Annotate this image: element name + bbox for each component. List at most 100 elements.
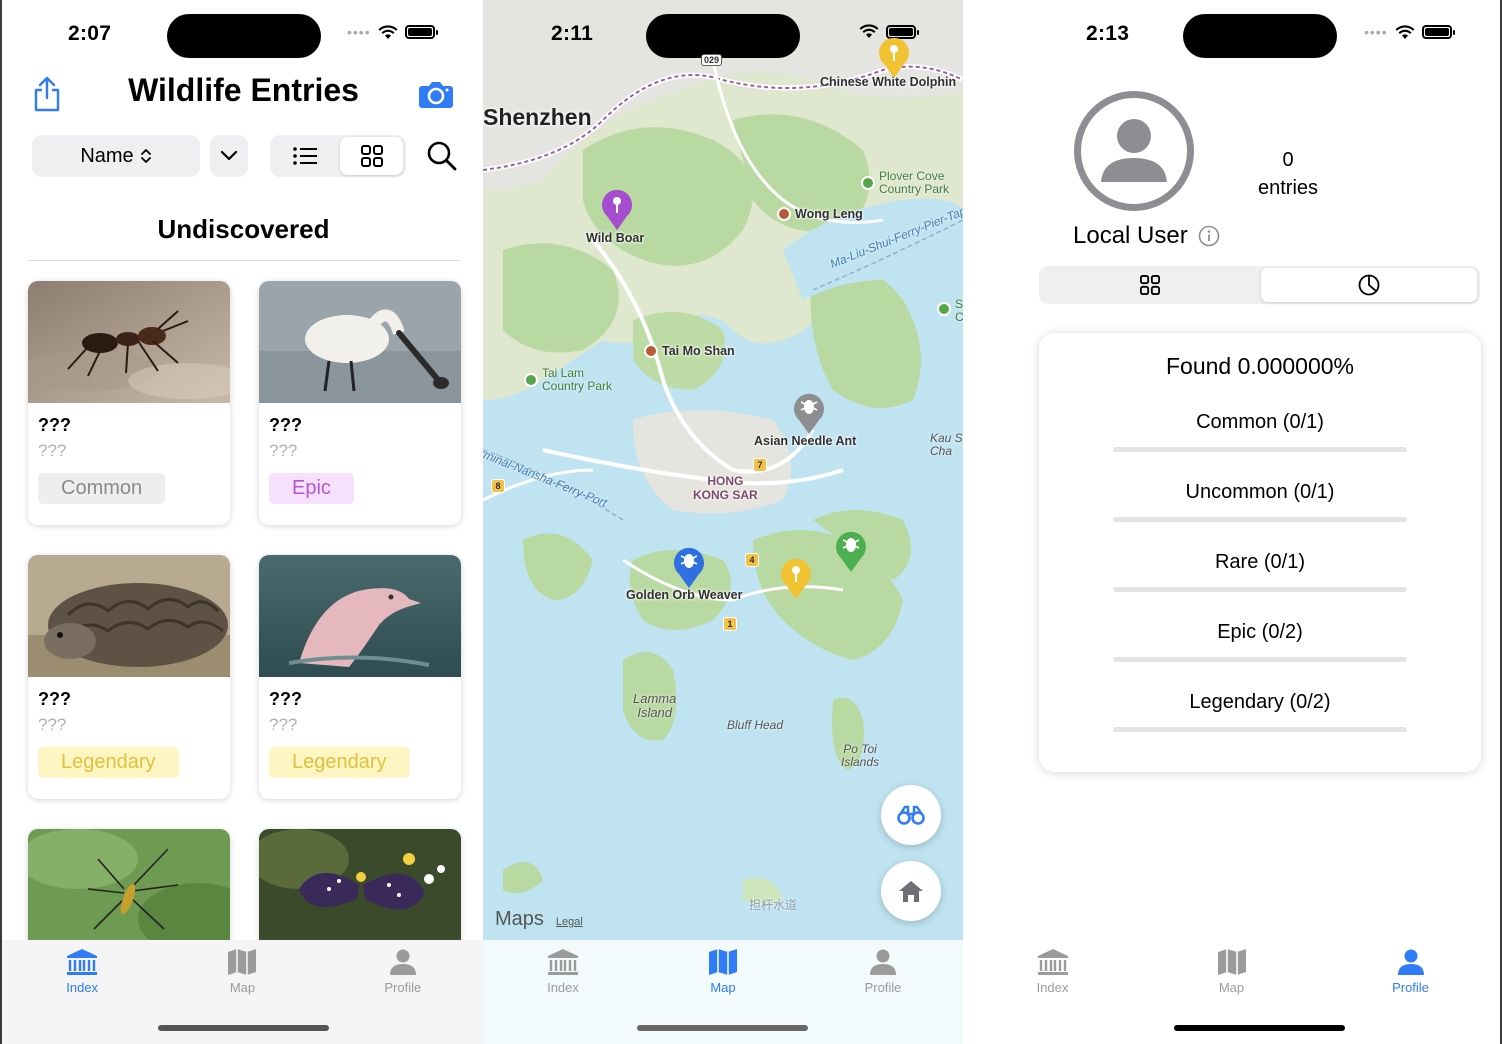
place-label-kau-sai: Kau S Cha: [930, 432, 963, 458]
status-time: 2:13: [1086, 22, 1130, 45]
rarity-badge: Legendary: [269, 747, 410, 778]
rarity-badge: Legendary: [38, 747, 179, 778]
grid-icon: [1140, 275, 1160, 295]
page-title: Wildlife Entries: [128, 72, 359, 108]
route-shield: 7: [753, 458, 767, 472]
avatar[interactable]: [1074, 91, 1194, 211]
dynamic-island: [646, 14, 800, 58]
place-label-sai-kung: SC: [955, 298, 963, 324]
tab-label: Profile: [1392, 980, 1429, 995]
rarity-badge: Epic: [269, 473, 354, 504]
tab-label: Index: [547, 980, 579, 995]
bank-icon: [67, 949, 98, 975]
entry-card[interactable]: ??? ??? Epic: [259, 281, 461, 525]
route-shield: 8: [491, 479, 505, 493]
grid-view-button[interactable]: [340, 137, 403, 175]
place-label-tai-lam: Tai Lam Country Park: [542, 367, 612, 393]
map-pin-wild-boar[interactable]: [599, 186, 635, 232]
sort-chevrons-icon: [140, 149, 151, 163]
camera-icon[interactable]: [419, 80, 453, 108]
rarity-row-rare: Rare (0/1): [1039, 551, 1481, 592]
butterfly-photo: [259, 829, 461, 951]
progress-bar: [1113, 447, 1407, 452]
tab-label: Map: [229, 980, 256, 995]
status-time: 2:07: [68, 22, 112, 45]
maps-attribution: Maps Legal: [495, 908, 583, 931]
map-icon: [1217, 949, 1246, 975]
sort-order-button[interactable]: [210, 135, 248, 177]
tab-label: Index: [1036, 980, 1069, 995]
entry-card[interactable]: ??? ??? Legendary: [259, 555, 461, 799]
entry-scientific-name: ???: [269, 441, 298, 460]
ant-photo: [28, 281, 230, 403]
place-label-line: HONG: [707, 474, 744, 488]
park-icon: [937, 302, 951, 316]
rarity-badge: Common: [38, 473, 166, 504]
tab-profile[interactable]: Profile: [803, 940, 963, 1044]
status-icons: ••••: [347, 24, 438, 40]
peak-icon: [777, 207, 791, 221]
map-pin-chinese-white-dolphin[interactable]: [876, 34, 912, 80]
progress-bar: [1113, 727, 1407, 732]
entry-name: ???: [269, 415, 302, 435]
home-button[interactable]: [881, 861, 941, 921]
entry-card[interactable]: ??? ??? Legendary: [28, 555, 230, 799]
search-icon[interactable]: [426, 140, 458, 172]
section-divider: [28, 260, 460, 261]
place-label-line: Country Park: [879, 182, 950, 196]
rarity-row-legendary: Legendary (0/2): [1039, 691, 1481, 732]
maps-logo: Maps: [495, 908, 544, 930]
place-label-line: C: [955, 310, 963, 324]
binoculars-icon: [897, 805, 925, 825]
tab-profile[interactable]: Profile: [1321, 940, 1500, 1044]
rarity-label: Epic (0/2): [1217, 621, 1303, 643]
entries-count-value: 0: [1282, 149, 1294, 171]
tab-index[interactable]: Index: [963, 940, 1142, 1044]
entry-name: ???: [38, 689, 71, 709]
pin-label-golden-orb-weaver: Golden Orb Weaver: [626, 588, 743, 602]
sort-button[interactable]: Name: [32, 135, 200, 177]
map-icon: [709, 949, 737, 975]
rarity-row-common: Common (0/1): [1039, 411, 1481, 452]
entry-scientific-name: ???: [38, 715, 67, 734]
person-icon: [1397, 949, 1424, 975]
peak-icon: [644, 344, 658, 358]
map-pin-yellow[interactable]: [778, 555, 814, 601]
grid-view-button[interactable]: [1041, 268, 1259, 302]
person-icon: [870, 949, 896, 975]
place-label-line: KONG SAR: [693, 488, 758, 502]
stats-view-button[interactable]: [1261, 268, 1477, 302]
entry-card[interactable]: ??? ??? Common: [28, 281, 230, 525]
dynamic-island: [167, 14, 321, 58]
grid-icon: [360, 145, 383, 167]
place-label-line: Islands: [841, 755, 880, 769]
place-label-line: Cha: [930, 444, 953, 458]
route-shield: 4: [745, 553, 759, 567]
spoonbill-photo: [259, 281, 461, 403]
tab-index[interactable]: Index: [483, 940, 643, 1044]
place-label-line: Kau S: [930, 431, 963, 445]
list-view-button[interactable]: [272, 137, 338, 175]
chevron-down-icon: [220, 150, 238, 161]
map-pin-asian-needle-ant[interactable]: [791, 390, 827, 436]
map-pin-golden-orb-weaver[interactable]: [671, 544, 707, 590]
place-label-line: Country Park: [542, 379, 613, 393]
tab-label: Map: [1218, 980, 1245, 995]
progress-bar: [1113, 517, 1407, 522]
legal-link[interactable]: Legal: [556, 916, 583, 928]
tab-profile[interactable]: Profile: [323, 940, 483, 1044]
place-label-tai-mo-shan: Tai Mo Shan: [662, 344, 735, 358]
found-percentage: Found 0.000000%: [1166, 353, 1354, 379]
binoculars-button[interactable]: [881, 785, 941, 845]
map-pin-green[interactable]: [833, 528, 869, 574]
tab-index[interactable]: Index: [2, 940, 162, 1044]
place-label-line: Lamma: [633, 691, 677, 706]
place-label-line: Plover Cove: [879, 169, 945, 183]
place-label-line: Tai Lam: [542, 366, 585, 380]
place-label-lamma: Lamma Island: [633, 692, 676, 720]
place-label-channel: 担杆水道: [749, 898, 798, 912]
place-label-line: S: [955, 297, 963, 311]
info-icon[interactable]: [1198, 225, 1220, 247]
signal-icon: ••••: [347, 24, 371, 40]
stats-card: Found 0.000000% Common (0/1) Uncommon (0…: [1039, 333, 1481, 772]
